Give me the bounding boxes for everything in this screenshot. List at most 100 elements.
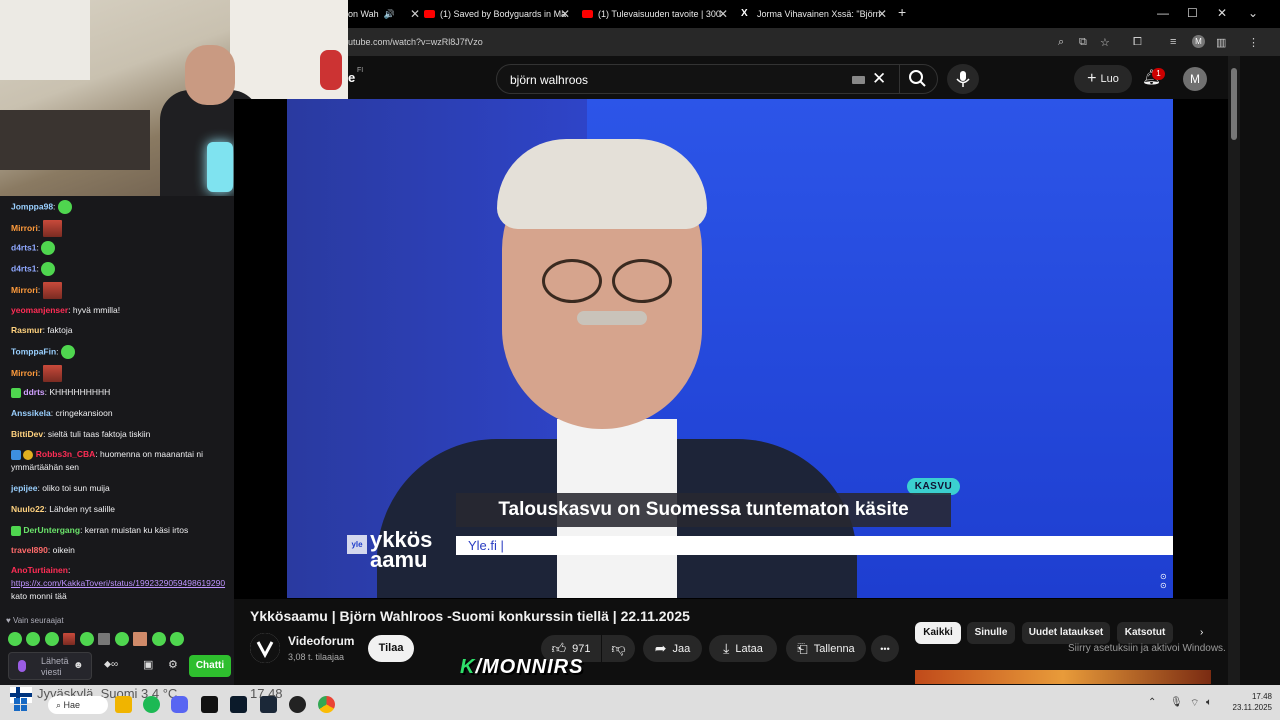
volume-icon[interactable]: 🔈︎	[1206, 697, 1212, 708]
settings-gear-icon[interactable]: ⚙	[168, 658, 178, 671]
chat-username[interactable]: ddrts	[23, 387, 44, 397]
close-icon[interactable]: ✕	[560, 7, 570, 21]
extensions-icon[interactable]: ⧠	[1133, 36, 1142, 49]
channel-avatar[interactable]	[250, 633, 280, 663]
tab-jorma-vihavainen[interactable]: X Jorma Vihavainen Xssä: "Björn ✕	[741, 4, 887, 24]
emote-icon[interactable]	[26, 631, 41, 646]
media-control-icon[interactable]: ≡	[1170, 36, 1176, 48]
chat-username[interactable]: DerUntergang	[23, 525, 80, 535]
emote-icon[interactable]	[114, 631, 129, 646]
emote-icon[interactable]	[79, 631, 94, 646]
url-field[interactable]: utube.com/watch?v=wzRl8J7fVzo	[348, 37, 483, 47]
chip-watched[interactable]: Katsotut	[1117, 622, 1173, 644]
taskbar-search[interactable]: ⌕ Hae	[48, 696, 108, 714]
steam-icon[interactable]	[260, 696, 277, 713]
close-icon[interactable]: ✕	[410, 7, 420, 21]
chat-username[interactable]: Mirrori	[11, 223, 38, 233]
chat-username[interactable]: Robbs3n_CBA	[36, 449, 96, 459]
close-window-button[interactable]: ✕	[1217, 6, 1227, 20]
channel-subscriber-count: 3,08 t. tilaajaa	[288, 652, 345, 662]
download-button[interactable]: ⤓ Lataa	[709, 635, 777, 662]
emote-icon[interactable]	[8, 631, 22, 646]
chip-all[interactable]: Kaikki	[915, 622, 961, 644]
search-input[interactable]: björn walhroos	[510, 73, 588, 87]
bits-icon[interactable]: ⬥∞	[104, 659, 118, 670]
tab-search-icon[interactable]: ⌄	[1248, 6, 1258, 20]
scrollbar-thumb[interactable]	[1231, 68, 1237, 140]
chat-input[interactable]: Lähetä viesti ☻	[8, 652, 92, 680]
bookmark-star-icon[interactable]: ☆	[1100, 36, 1110, 49]
emote-icon[interactable]	[133, 631, 148, 646]
tray-chevron-icon[interactable]: ⌃	[1148, 697, 1156, 708]
more-actions-button[interactable]: •••	[871, 635, 899, 662]
chat-send-button[interactable]: Chatti	[189, 655, 231, 677]
chat-username[interactable]: Nuulo22	[11, 504, 45, 514]
windows-start-icon[interactable]	[12, 698, 30, 712]
minimize-button[interactable]: —	[1157, 6, 1169, 20]
create-button[interactable]: + Luo	[1074, 65, 1132, 93]
search-button[interactable]	[899, 65, 939, 93]
chip-next-icon[interactable]: ›	[1200, 627, 1203, 638]
account-avatar[interactable]: M	[1183, 67, 1207, 91]
chat-username[interactable]: yeomanjenser	[11, 305, 68, 315]
microphone-icon[interactable]	[18, 660, 26, 672]
chat-link[interactable]: https://x.com/KakkaToveri/status/1992329…	[11, 578, 225, 588]
chat-username[interactable]: Mirrori	[11, 285, 38, 295]
emote-icon[interactable]	[63, 632, 76, 645]
recommended-video-thumbnail[interactable]	[915, 670, 1211, 684]
chip-new-uploads[interactable]: Uudet lataukset	[1022, 622, 1110, 644]
channel-name[interactable]: Videoforum	[288, 634, 354, 648]
chat-username[interactable]: Mirrori	[11, 368, 38, 378]
emote-icon[interactable]	[151, 631, 166, 646]
side-panel-icon[interactable]: ▥	[1216, 36, 1226, 49]
chat-username[interactable]: BittiDev	[11, 429, 43, 439]
file-explorer-icon[interactable]	[115, 696, 132, 713]
emote-picker-icon[interactable]: ☻	[73, 660, 84, 671]
microphone-tray-icon[interactable]: 🎙︎	[1170, 697, 1183, 708]
cast-icon[interactable]: ⧉	[1079, 36, 1087, 49]
menu-dots-icon[interactable]: ⋮	[1248, 36, 1259, 49]
save-button[interactable]: ⎗ Tallenna	[786, 635, 866, 662]
chat-username[interactable]: TomppaFin	[11, 346, 56, 356]
search-box[interactable]: björn walhroos ✕	[496, 64, 938, 94]
emote-icon[interactable]	[44, 631, 59, 646]
gift-icon[interactable]: ▣	[143, 658, 153, 671]
dislike-button[interactable]: 👎︎	[602, 635, 635, 662]
chat-username[interactable]: jepijee	[11, 483, 37, 493]
maximize-button[interactable]: ☐	[1187, 6, 1198, 20]
profile-avatar[interactable]: M	[1192, 35, 1205, 48]
taskbar-clock[interactable]: 17.48 23.11.2025	[1222, 691, 1272, 713]
tab-tulevaisuuden-tavoite[interactable]: (1) Tulevaisuuden tavoite | 300 ✕	[582, 4, 728, 24]
chrome-icon[interactable]	[318, 696, 335, 713]
obs-icon[interactable]	[289, 696, 306, 713]
nvidia-icon[interactable]	[230, 696, 247, 713]
tab-saved-by-bodyguards[interactable]: (1) Saved by Bodyguards in Ma ✕	[424, 4, 570, 24]
chat-username[interactable]: AnoTurtiainen	[11, 565, 68, 575]
chat-username[interactable]: d4rts1	[11, 263, 37, 273]
new-tab-button[interactable]: +	[898, 4, 906, 20]
chat-username[interactable]: Anssikela	[11, 408, 51, 418]
keyboard-icon[interactable]	[852, 76, 865, 84]
close-icon[interactable]: ✕	[718, 7, 728, 21]
spotify-icon[interactable]	[143, 696, 160, 713]
chip-for-you[interactable]: Sinulle	[967, 622, 1015, 644]
close-icon[interactable]: ✕	[877, 7, 887, 21]
emote-icon[interactable]	[170, 631, 185, 646]
youtube-logo[interactable]: e	[348, 70, 355, 85]
emote-icon[interactable]	[98, 632, 111, 645]
page-scrollbar[interactable]	[1228, 56, 1240, 685]
network-icon[interactable]: ⌔	[1190, 697, 1199, 710]
x-app-icon[interactable]	[201, 696, 218, 713]
chat-username[interactable]: travel890	[11, 545, 48, 555]
share-button[interactable]: ➦ Jaa	[643, 635, 702, 662]
subscribe-button[interactable]: Tilaa	[368, 635, 414, 662]
voice-search-button[interactable]	[947, 64, 979, 94]
chat-username[interactable]: Rasmur	[11, 325, 43, 335]
chat-text: sieltä tuli taas faktoja tiskiin	[47, 429, 151, 439]
tab-youtube-active[interactable]: on Wah 🔊 ✕	[348, 4, 420, 24]
discord-icon[interactable]	[171, 696, 188, 713]
clear-search-icon[interactable]: ✕	[872, 69, 886, 89]
chat-username[interactable]: Jomppa98	[11, 201, 53, 211]
chat-username[interactable]: d4rts1	[11, 242, 37, 252]
zoom-icon[interactable]: ⌕	[1058, 36, 1064, 49]
